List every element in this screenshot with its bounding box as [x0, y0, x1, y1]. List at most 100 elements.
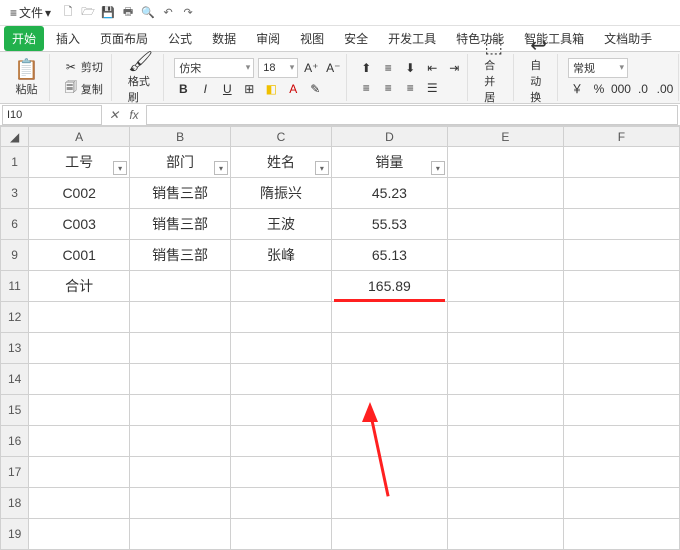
row-header[interactable]: 3 [1, 178, 29, 209]
cell[interactable] [29, 457, 130, 488]
cell[interactable]: 张峰 [231, 240, 332, 271]
shrink-font-icon[interactable]: A⁻ [324, 59, 342, 77]
fontsize-select[interactable]: 18 [258, 58, 298, 78]
cell[interactable] [231, 457, 332, 488]
row-header[interactable]: 19 [1, 519, 29, 550]
cell[interactable] [130, 271, 231, 302]
cell[interactable] [331, 364, 447, 395]
fmtpaint-button[interactable]: 🖌格式刷 [122, 49, 159, 107]
cell[interactable] [231, 426, 332, 457]
cell[interactable] [331, 333, 447, 364]
currency-icon[interactable]: ￥ [568, 80, 586, 98]
tab-start[interactable]: 开始 [4, 26, 44, 51]
cell[interactable] [447, 240, 563, 271]
cell[interactable] [563, 178, 679, 209]
cancel-icon[interactable]: ✕ [104, 108, 124, 122]
worksheet[interactable]: ◢ A B C D E F 1 工号▾ 部门▾ 姓名▾ 销量▾ 3 C002 销… [0, 126, 680, 550]
row-header[interactable]: 14 [1, 364, 29, 395]
cell[interactable] [447, 271, 563, 302]
cell[interactable] [29, 519, 130, 550]
tab-dochelp[interactable]: 文档助手 [596, 26, 660, 51]
font-select[interactable]: 仿宋 [174, 58, 254, 78]
cell[interactable] [563, 240, 679, 271]
cell[interactable] [563, 302, 679, 333]
phonetic-button[interactable]: ✎ [306, 80, 324, 98]
cell[interactable] [563, 271, 679, 302]
cell[interactable] [563, 333, 679, 364]
border-button[interactable]: ⊞ [240, 80, 258, 98]
cell[interactable] [331, 457, 447, 488]
underline-button[interactable]: U [218, 80, 236, 98]
tab-formula[interactable]: 公式 [160, 26, 200, 51]
cell[interactable]: 工号▾ [29, 147, 130, 178]
cell[interactable] [331, 519, 447, 550]
new-icon[interactable]: 🗋 [59, 4, 77, 22]
comma-icon[interactable]: 000 [612, 80, 630, 98]
cell[interactable] [29, 395, 130, 426]
row-header[interactable]: 12 [1, 302, 29, 333]
copy-button[interactable]: 🗐复制 [60, 79, 107, 99]
cell[interactable] [447, 364, 563, 395]
cell[interactable]: 销售三部 [130, 209, 231, 240]
cell[interactable] [563, 519, 679, 550]
filter-icon[interactable]: ▾ [113, 161, 127, 175]
undo-icon[interactable]: ↶ [159, 4, 177, 22]
cell[interactable] [331, 302, 447, 333]
cell[interactable] [130, 457, 231, 488]
row-header[interactable]: 9 [1, 240, 29, 271]
cell[interactable]: 55.53 [331, 209, 447, 240]
cell[interactable]: 隋振兴 [231, 178, 332, 209]
cell[interactable] [231, 519, 332, 550]
align-right-icon[interactable]: ≡ [401, 79, 419, 97]
cell-total[interactable]: 165.89 [331, 271, 447, 302]
cut-button[interactable]: ✂剪切 [60, 57, 107, 77]
cell[interactable]: 姓名▾ [231, 147, 332, 178]
row-header[interactable]: 11 [1, 271, 29, 302]
row-header[interactable]: 6 [1, 209, 29, 240]
italic-button[interactable]: I [196, 80, 214, 98]
col-header-b[interactable]: B [130, 127, 231, 147]
cell[interactable] [447, 426, 563, 457]
cell[interactable]: C001 [29, 240, 130, 271]
cell[interactable] [447, 178, 563, 209]
cell[interactable] [29, 333, 130, 364]
row-header[interactable]: 13 [1, 333, 29, 364]
cell[interactable]: 王波 [231, 209, 332, 240]
filter-icon[interactable]: ▾ [214, 161, 228, 175]
cell[interactable]: C002 [29, 178, 130, 209]
cell[interactable] [130, 302, 231, 333]
cell[interactable] [231, 364, 332, 395]
cell[interactable] [231, 333, 332, 364]
tab-data[interactable]: 数据 [204, 26, 244, 51]
cell[interactable]: 销量▾ [331, 147, 447, 178]
align-bot-icon[interactable]: ⬇ [401, 59, 419, 77]
row-header[interactable]: 1 [1, 147, 29, 178]
cell[interactable] [130, 364, 231, 395]
tab-view[interactable]: 视图 [292, 26, 332, 51]
file-menu[interactable]: ≡ 文件 ▾ [4, 2, 57, 23]
tab-dev[interactable]: 开发工具 [380, 26, 444, 51]
cell[interactable] [447, 333, 563, 364]
row-header[interactable]: 16 [1, 426, 29, 457]
cell[interactable] [447, 519, 563, 550]
fontcolor-button[interactable]: A [284, 80, 302, 98]
print-icon[interactable]: 🖶 [119, 4, 137, 22]
numfmt-select[interactable]: 常规 [568, 58, 628, 78]
tab-security[interactable]: 安全 [336, 26, 376, 51]
cell[interactable] [130, 519, 231, 550]
cell[interactable] [563, 209, 679, 240]
formula-bar[interactable] [146, 105, 678, 125]
cell[interactable] [130, 333, 231, 364]
name-box[interactable]: I10 [2, 105, 102, 125]
align-left-icon[interactable]: ≡ [357, 79, 375, 97]
dec-dec-icon[interactable]: .00 [656, 80, 674, 98]
cell[interactable] [331, 426, 447, 457]
filter-icon[interactable]: ▾ [431, 161, 445, 175]
cell[interactable] [447, 302, 563, 333]
col-header-e[interactable]: E [447, 127, 563, 147]
cell[interactable] [231, 302, 332, 333]
col-header-a[interactable]: A [29, 127, 130, 147]
cell[interactable] [29, 302, 130, 333]
cell[interactable] [29, 364, 130, 395]
cell[interactable] [447, 395, 563, 426]
